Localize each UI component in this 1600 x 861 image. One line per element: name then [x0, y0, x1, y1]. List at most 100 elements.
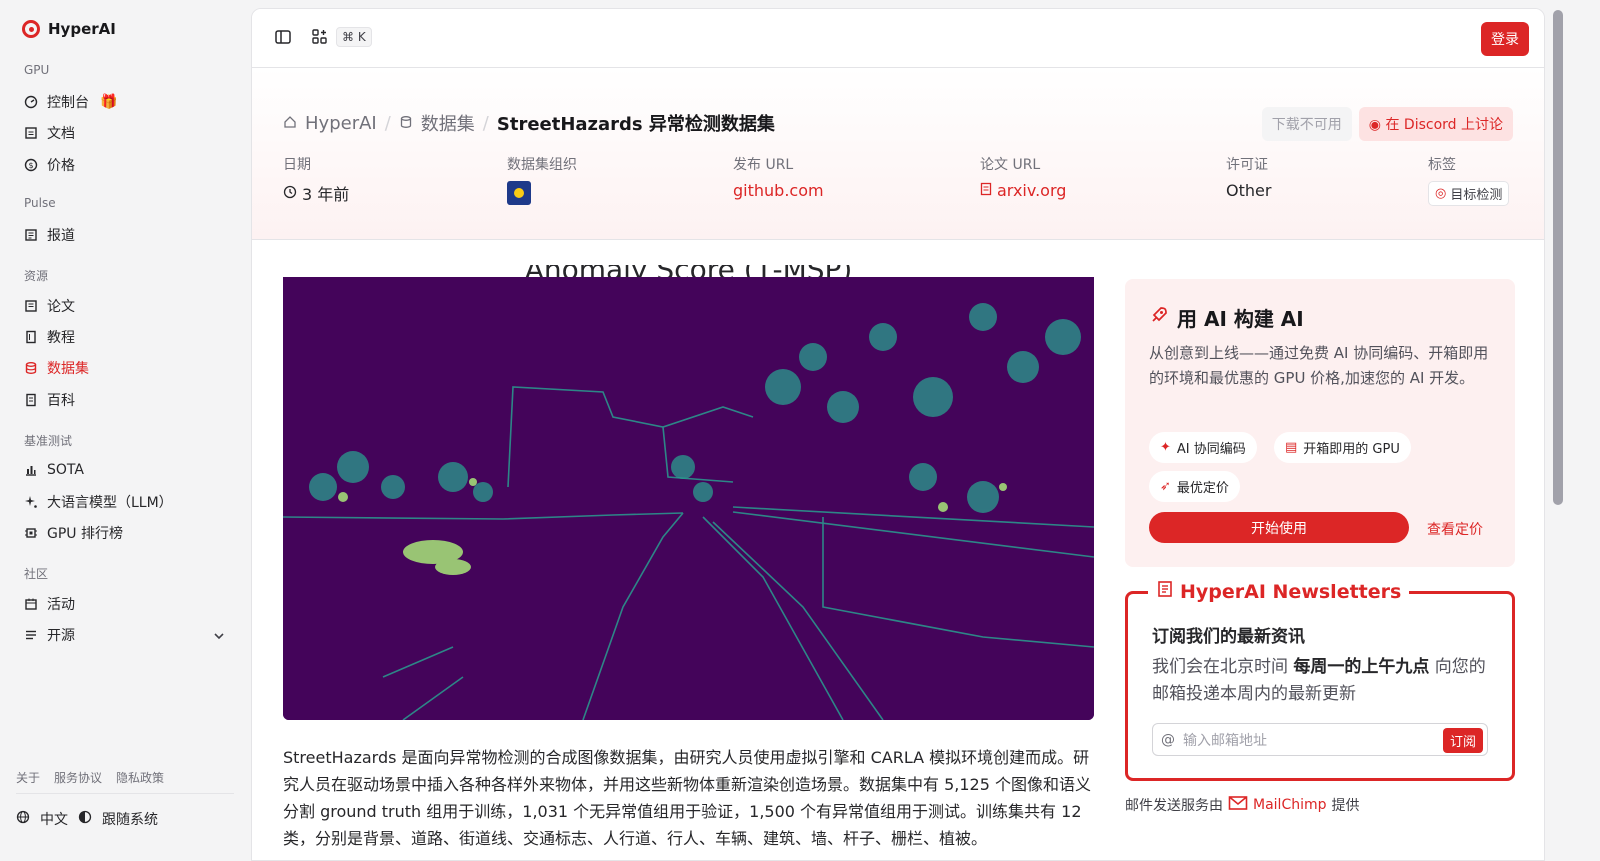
arxiv-link[interactable]: arxiv.org [980, 181, 1066, 200]
theme-selector[interactable]: 跟随系统 [102, 809, 158, 829]
download-button[interactable]: 下载不可用 [1261, 107, 1352, 141]
email-placeholder: 输入邮箱地址 [1183, 732, 1267, 749]
newsletter-heading: 订阅我们的最新资讯 [1152, 627, 1305, 647]
hyperai-logo-icon [22, 20, 40, 38]
chevron-down-icon[interactable] [213, 630, 225, 645]
dataset-header: HyperAI / 数据集 / StreetHazards 异常检测数据集 下载… [252, 68, 1544, 240]
mail-note-post: 提供 [1331, 798, 1360, 814]
newspaper-icon [1156, 580, 1174, 603]
promo-card: 用 AI 构建 AI 从创意到上线——通过免费 AI 协同编码、开箱即用的环境和… [1125, 279, 1515, 567]
sidebar-item-label: 活动 [47, 597, 75, 613]
dollar-icon: $ [24, 158, 38, 172]
clock-icon [283, 184, 297, 203]
language-selector[interactable]: 中文 [40, 809, 68, 829]
org-avatar[interactable] [507, 181, 531, 205]
sidebar-item-sota[interactable]: SOTA [24, 459, 84, 481]
sidebar-item-wiki[interactable]: 百科 [24, 389, 75, 411]
github-link[interactable]: github.com [733, 181, 824, 200]
sidebar-item-news[interactable]: 报道 [24, 224, 75, 246]
gift-icon: 🎁 [100, 94, 118, 110]
dataset-image: Anomaly Score (1-MSP) [283, 265, 1094, 720]
meta-license-label: 许可证 [1226, 157, 1268, 173]
promo-title-text: 用 AI 构建 AI [1177, 307, 1304, 331]
tag-icon: ◎ [1435, 186, 1447, 201]
home-icon [283, 113, 297, 134]
newsletter-title: HyperAI Newsletters [1148, 580, 1410, 603]
nav-section-pulse: Pulse [24, 196, 56, 210]
newsletter-title-text: HyperAI Newsletters [1180, 580, 1402, 603]
tag-chip[interactable]: ◎ 目标检测 [1428, 181, 1510, 206]
sidebar-item-label: 价格 [47, 158, 75, 174]
search-shortcut[interactable]: ⌘ K [336, 27, 372, 47]
date-text: 3 年前 [302, 185, 350, 204]
chip-pricing: ➶ 最优定价 [1149, 471, 1240, 502]
sidebar-item-console[interactable]: 控制台 🎁 [24, 91, 117, 113]
anomaly-heatmap [283, 277, 1094, 720]
svg-text:$: $ [28, 161, 33, 170]
sidebar-item-label: 论文 [47, 299, 75, 315]
theme-icon [78, 810, 92, 828]
breadcrumb-separator: / [482, 112, 489, 134]
promo-title: 用 AI 构建 AI [1149, 303, 1304, 332]
server-icon: ▤ [1285, 440, 1298, 455]
email-field[interactable]: @ 输入邮箱地址 订阅 [1152, 723, 1488, 756]
privacy-link[interactable]: 隐私政策 [116, 769, 164, 786]
sparkle-icon [24, 495, 38, 509]
chip-label: AI 协同编码 [1176, 442, 1246, 457]
breadcrumb-datasets[interactable]: 数据集 [421, 110, 475, 136]
rocket-icon [1149, 305, 1169, 330]
paper-icon [980, 181, 992, 200]
discord-button[interactable]: ◉ 在 Discord 上讨论 [1358, 107, 1513, 141]
about-link[interactable]: 关于 [16, 769, 40, 786]
discord-button-label: 在 Discord 上讨论 [1385, 117, 1503, 133]
nav-section-gpu: GPU [24, 63, 50, 77]
meta-org: 数据集组织 [507, 154, 577, 205]
view-pricing-link[interactable]: 查看定价 [1427, 519, 1483, 539]
sidebar-item-label: 开源 [47, 628, 75, 644]
chip-ai-coding: ✦ AI 协同编码 [1149, 432, 1257, 463]
divider [16, 793, 234, 794]
sidebar-toggle-icon[interactable] [274, 28, 292, 46]
meta-url-label: 发布 URL [733, 157, 794, 173]
discord-icon: ◉ [1368, 117, 1382, 133]
meta-paper: 论文 URL arxiv.org [980, 154, 1066, 200]
calendar-icon [24, 597, 38, 611]
sidebar-item-pricing[interactable]: $ 价格 [24, 154, 75, 176]
breadcrumb-home[interactable]: HyperAI [305, 113, 377, 134]
sidebar-item-label: 数据集 [47, 361, 89, 377]
newsletter-card: HyperAI Newsletters 订阅我们的最新资讯 我们会在北京时间 每… [1125, 580, 1515, 781]
newsletter-text-pre: 我们会在北京时间 [1152, 657, 1294, 677]
nav-section-community: 社区 [24, 567, 49, 581]
meta-org-value [507, 181, 577, 205]
sidebar-item-label: SOTA [47, 462, 84, 478]
dashboard-icon [24, 95, 38, 109]
mailchimp-link[interactable]: MailChimp [1253, 797, 1327, 813]
brand-logo-link[interactable]: HyperAI [22, 20, 116, 38]
apps-icon[interactable] [311, 28, 329, 46]
sidebar-item-gpu-leaderboard[interactable]: GPU 排行榜 [24, 522, 123, 544]
sidebar-item-papers[interactable]: 论文 [24, 295, 75, 317]
login-button[interactable]: 登录 [1481, 22, 1529, 56]
sidebar-item-tutorials[interactable]: 教程 [24, 326, 75, 348]
meta-date: 日期 3 年前 [283, 154, 349, 205]
sidebar-item-docs[interactable]: 文档 [24, 122, 75, 144]
at-icon: @ [1161, 731, 1175, 748]
doc-icon [24, 126, 38, 140]
sidebar-item-llm[interactable]: 大语言模型（LLM） [24, 491, 173, 513]
sidebar-item-open-source[interactable]: 开源 [24, 624, 75, 646]
database-icon [399, 113, 413, 134]
promo-description: 从创意到上线——通过免费 AI 协同编码、开箱即用的环境和最优惠的 GPU 价格… [1149, 344, 1489, 387]
dataset-description: StreetHazards 是面向异常物检测的合成图像数据集，由研究人员使用虚拟… [283, 748, 1091, 848]
sidebar-item-label: 文档 [47, 126, 75, 142]
page-scrollbar[interactable] [1553, 10, 1563, 505]
terms-link[interactable]: 服务协议 [54, 769, 102, 786]
sidebar-item-label: 大语言模型（LLM） [47, 495, 173, 511]
nav-section-resources: 资源 [24, 269, 49, 283]
tutorial-icon [24, 330, 38, 344]
sidebar-item-datasets[interactable]: 数据集 [24, 357, 89, 379]
sidebar-item-label: 百科 [47, 393, 75, 409]
get-started-button[interactable]: 开始使用 [1149, 512, 1409, 543]
list-icon [24, 628, 38, 642]
subscribe-button[interactable]: 订阅 [1442, 728, 1483, 753]
sidebar-item-events[interactable]: 活动 [24, 593, 75, 615]
